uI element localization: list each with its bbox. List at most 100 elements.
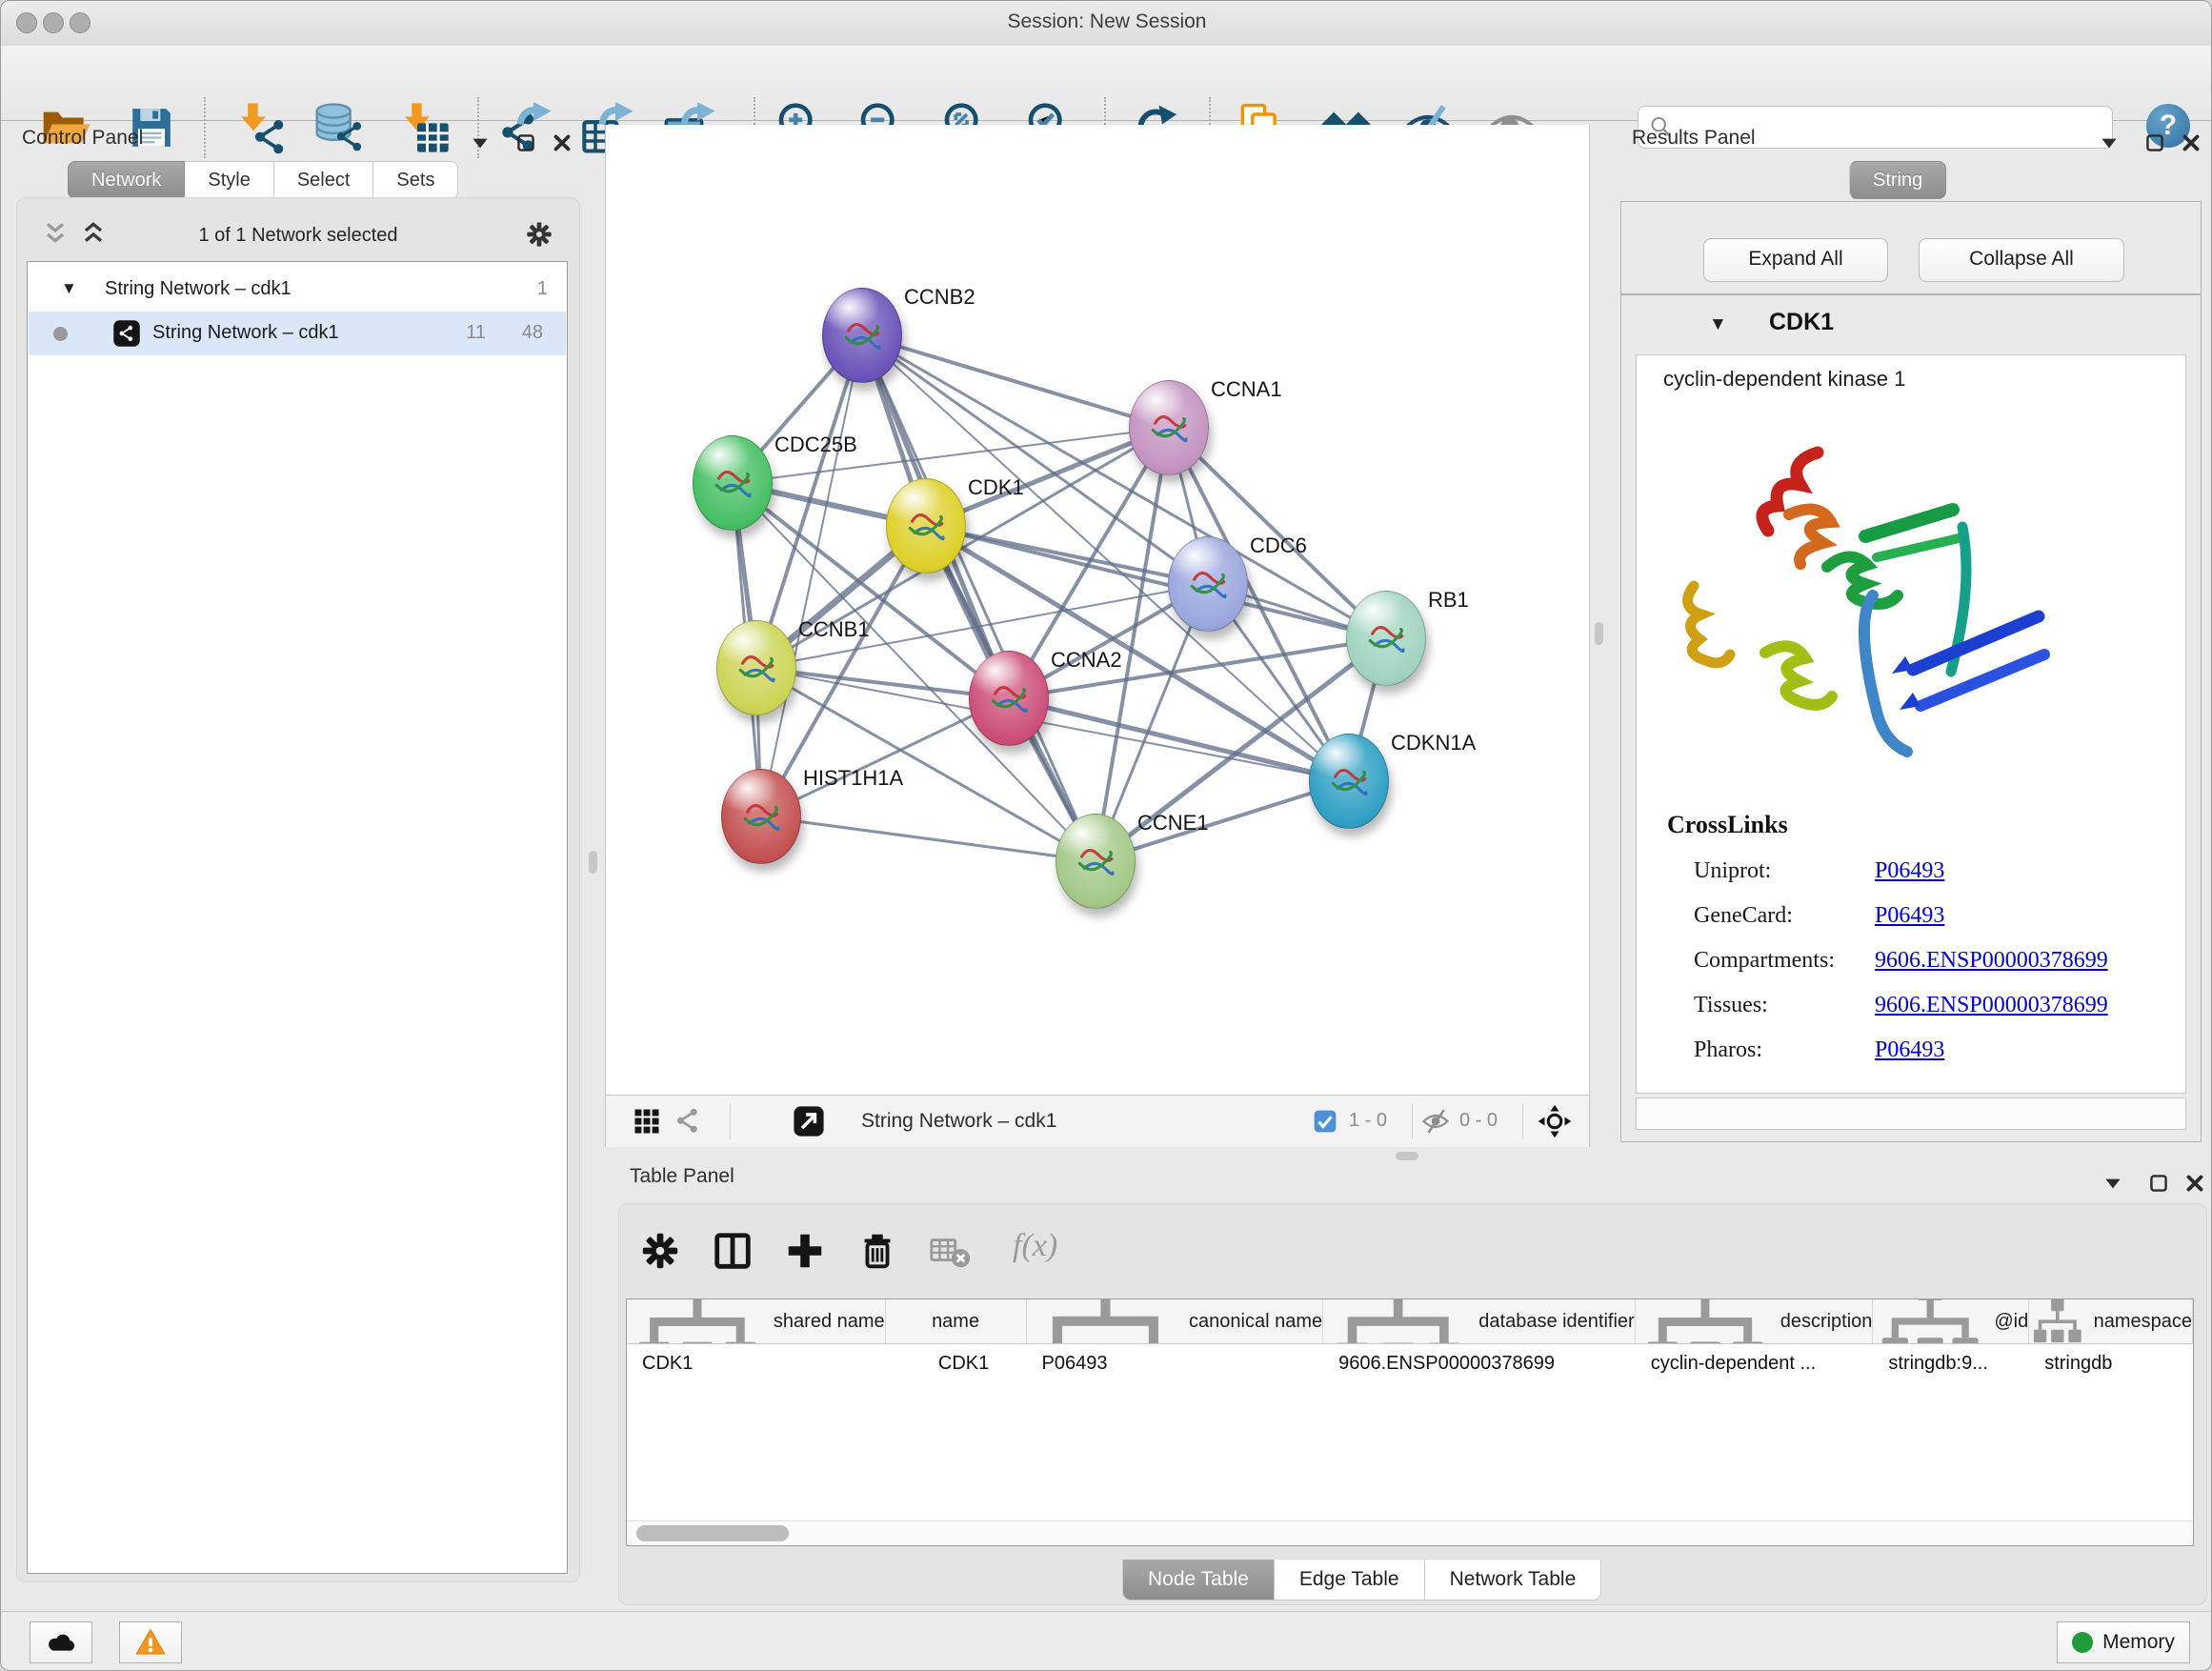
tab-edge-table[interactable]: Edge Table (1275, 1560, 1425, 1601)
right-splitter-handle[interactable] (1595, 622, 1603, 645)
node-CCNA1[interactable] (1129, 380, 1209, 475)
network-selection-summary: 1 of 1 Network selected (117, 225, 479, 247)
network-options-gear-icon[interactable] (524, 219, 554, 250)
tab-node-table[interactable]: Node Table (1122, 1560, 1275, 1601)
node-CDC25B[interactable] (693, 435, 773, 531)
cell-description[interactable]: cyclin-dependent ... (1636, 1344, 1874, 1386)
gene-details: cyclin-dependent kinase 1 CrossLinks Uni… (1636, 354, 2186, 1094)
table-panel-close-icon[interactable] (2182, 1171, 2207, 1196)
column-header-name[interactable]: name (886, 1299, 1027, 1343)
table-row[interactable]: CDK1CDK1P064939606.ENSP00000378699cyclin… (627, 1344, 2193, 1386)
crosslink-label: Pharos: (1694, 1037, 1875, 1063)
node-label-HIST1H1A: HIST1H1A (803, 766, 903, 791)
tab-sets[interactable]: Sets (373, 161, 458, 199)
collapse-all-button[interactable]: Collapse All (1919, 238, 2124, 282)
results-panel-float-icon[interactable] (2142, 131, 2167, 155)
cell-shared-name[interactable]: CDK1 (627, 1344, 886, 1386)
table-settings-gear-icon[interactable] (638, 1229, 682, 1273)
crosslink-link[interactable]: 9606.ENSP00000378699 (1875, 948, 2108, 973)
node-CCNE1[interactable] (1056, 814, 1136, 909)
node-table: shared name name canonical namedatabase id… (626, 1299, 2194, 1546)
cell-name[interactable]: CDK1 (886, 1344, 1027, 1386)
crosslink-link[interactable]: P06493 (1875, 1037, 1944, 1062)
add-column-icon[interactable] (783, 1229, 827, 1273)
birdseye-view-icon[interactable] (1538, 1104, 1572, 1138)
results-scroll-area[interactable] (1636, 1097, 2186, 1130)
column-header-shared-name[interactable]: shared name (627, 1299, 886, 1343)
edge-CCNB2-CCNA1[interactable] (862, 335, 1169, 428)
table-panel-collapse-icon[interactable] (2101, 1171, 2125, 1196)
scrollbar-thumb[interactable] (636, 1525, 789, 1541)
bottom-splitter-handle[interactable] (1396, 1152, 1418, 1160)
tab-network-table[interactable]: Network Table (1425, 1560, 1602, 1601)
node-CDK1[interactable] (886, 478, 966, 574)
control-panel-close-icon[interactable] (550, 131, 574, 155)
network-collection-row[interactable]: ▼ String Network – cdk1 1 (29, 268, 566, 312)
results-panel-close-icon[interactable] (2179, 131, 2203, 155)
edge-CDK1-RB1[interactable] (926, 526, 1386, 638)
node-HIST1H1A[interactable] (721, 769, 801, 864)
expand-all-button[interactable]: Expand All (1703, 238, 1888, 282)
selected-nodes-checkbox-icon[interactable] (1313, 1109, 1337, 1134)
warnings-button[interactable] (119, 1621, 182, 1663)
cell--id[interactable]: stringdb:9... (1873, 1344, 2029, 1386)
network-share-icon[interactable] (674, 1107, 703, 1136)
node-label-CDC25B: CDC25B (774, 433, 857, 457)
crosslink-link[interactable]: P06493 (1875, 903, 1944, 928)
network-row[interactable]: String Network – cdk1 11 48 (29, 312, 566, 355)
tree-expander-icon[interactable]: ▼ (61, 279, 77, 298)
column-label: name (932, 1311, 979, 1333)
control-panel-collapse-icon[interactable] (468, 131, 493, 155)
import-database-button[interactable] (312, 101, 366, 154)
results-panel-collapse-icon[interactable] (2097, 131, 2122, 155)
column-header--id[interactable]: @id (1873, 1299, 2029, 1343)
delete-table-icon (928, 1229, 972, 1273)
tab-network[interactable]: Network (68, 161, 185, 199)
show-columns-icon[interactable] (711, 1229, 754, 1273)
gene-name: CDK1 (1769, 309, 1834, 336)
memory-label: Memory (2102, 1631, 2175, 1654)
network-view-toolbar: String Network – cdk1 1 - 0 0 - 0 (605, 1095, 1590, 1147)
import-table-button[interactable] (397, 101, 451, 154)
crosslinks-title: CrossLinks (1667, 811, 1788, 839)
crosslink-link[interactable]: 9606.ENSP00000378699 (1875, 993, 2108, 1017)
cell-namespace[interactable]: stringdb (2029, 1344, 2193, 1386)
collapse-all-networks-icon[interactable] (40, 219, 70, 250)
tab-style[interactable]: Style (185, 161, 273, 199)
protein-structure-image (1675, 414, 2056, 795)
cell-canonical-name[interactable]: P06493 (1027, 1344, 1324, 1386)
detach-view-icon[interactable] (793, 1105, 825, 1137)
cloud-status-button[interactable] (30, 1621, 92, 1663)
network-canvas[interactable]: CCNB2CCNA1CDC25BCDK1CDC6RB1CCNB1CCNA2CDK… (605, 125, 1590, 1095)
expand-all-networks-icon[interactable] (78, 219, 109, 250)
control-panel-float-icon[interactable] (513, 131, 538, 155)
node-label-CCNB2: CCNB2 (904, 285, 975, 310)
import-network-button[interactable] (233, 101, 287, 154)
column-header-canonical-name[interactable]: canonical name (1027, 1299, 1324, 1343)
edge-HIST1H1A-CCNE1[interactable] (761, 816, 1096, 861)
gene-section-expander-icon[interactable]: ▼ (1709, 314, 1727, 335)
memory-button[interactable]: Memory (2057, 1621, 2190, 1663)
column-header-namespace[interactable]: namespace (2029, 1299, 2193, 1343)
table-horizontal-scrollbar[interactable] (627, 1520, 2193, 1546)
cell-database-identifier[interactable]: 9606.ENSP00000378699 (1323, 1344, 1636, 1386)
column-header-database-identifier[interactable]: database identifier (1323, 1299, 1636, 1343)
tab-select[interactable]: Select (274, 161, 374, 199)
node-CCNB1[interactable] (716, 620, 796, 715)
node-RB1[interactable] (1346, 591, 1426, 686)
crosslink-link[interactable]: P06493 (1875, 858, 1944, 883)
node-CCNB2[interactable] (822, 288, 902, 383)
grid-view-icon[interactable] (633, 1107, 661, 1136)
left-splitter-handle[interactable] (589, 851, 597, 874)
edge-CCNB2-HIST1H1A[interactable] (761, 335, 862, 816)
node-CDKN1A[interactable] (1309, 734, 1389, 829)
column-header-description[interactable]: description (1636, 1299, 1874, 1343)
collection-label: String Network – cdk1 (105, 278, 292, 300)
node-label-CDC6: CDC6 (1250, 534, 1307, 558)
delete-column-icon[interactable] (855, 1229, 899, 1273)
node-CCNA2[interactable] (969, 651, 1049, 746)
node-CDC6[interactable] (1168, 536, 1248, 632)
table-panel-float-icon[interactable] (2146, 1171, 2171, 1196)
hidden-count: 0 - 0 (1459, 1110, 1498, 1132)
tab-string[interactable]: String (1849, 161, 1946, 199)
